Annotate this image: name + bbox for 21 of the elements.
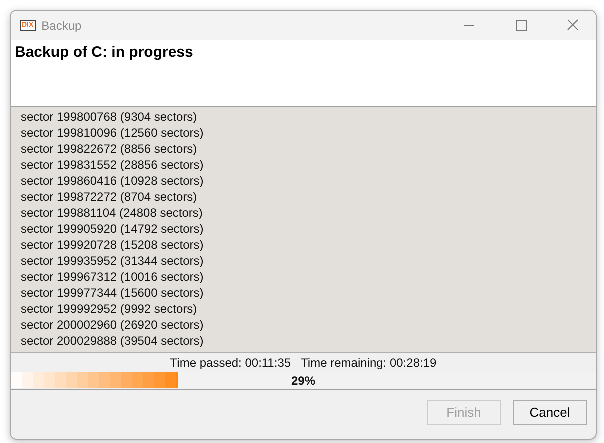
window-title: Backup: [42, 18, 83, 32]
progress-percent: 29%: [291, 374, 316, 388]
log-entry: sector 199905920 (14792 sectors): [21, 221, 205, 237]
log-entry: sector 200029888 (39504 sectors): [21, 333, 205, 349]
log-entry: sector 199872272 (8704 sectors): [21, 189, 198, 205]
time-remaining: Time remaining: 00:28:19: [301, 356, 437, 372]
log-entry: sector 199800768 (9304 sectors): [21, 109, 198, 125]
time-passed: Time passed: 00:11:35: [170, 356, 292, 372]
log-entry: sector 199977344 (15600 sectors): [21, 285, 205, 301]
log-entry: sector 199992952 (9992 sectors): [21, 301, 198, 317]
cancel-button[interactable]: Cancel: [513, 400, 587, 425]
log-entry: sector 199860416 (10928 sectors): [21, 173, 205, 189]
log-entry: sector 200002960 (26920 sectors): [21, 317, 205, 333]
log-entry: sector 199935952 (31344 sectors): [21, 253, 205, 269]
log-entry: sector 199810096 (12560 sectors): [21, 125, 205, 141]
log-entry: sector 199967312 (10016 sectors): [21, 269, 205, 285]
log-entry: sector 199920728 (15208 sectors): [21, 237, 205, 253]
log-entry: sector 199881104 (24808 sectors): [21, 205, 204, 221]
header-title: Backup of C: in progress: [15, 44, 194, 61]
log-entry: sector 199822672 (8856 sectors): [21, 141, 198, 157]
log-entry: sector 199831552 (28856 sectors): [21, 157, 205, 173]
